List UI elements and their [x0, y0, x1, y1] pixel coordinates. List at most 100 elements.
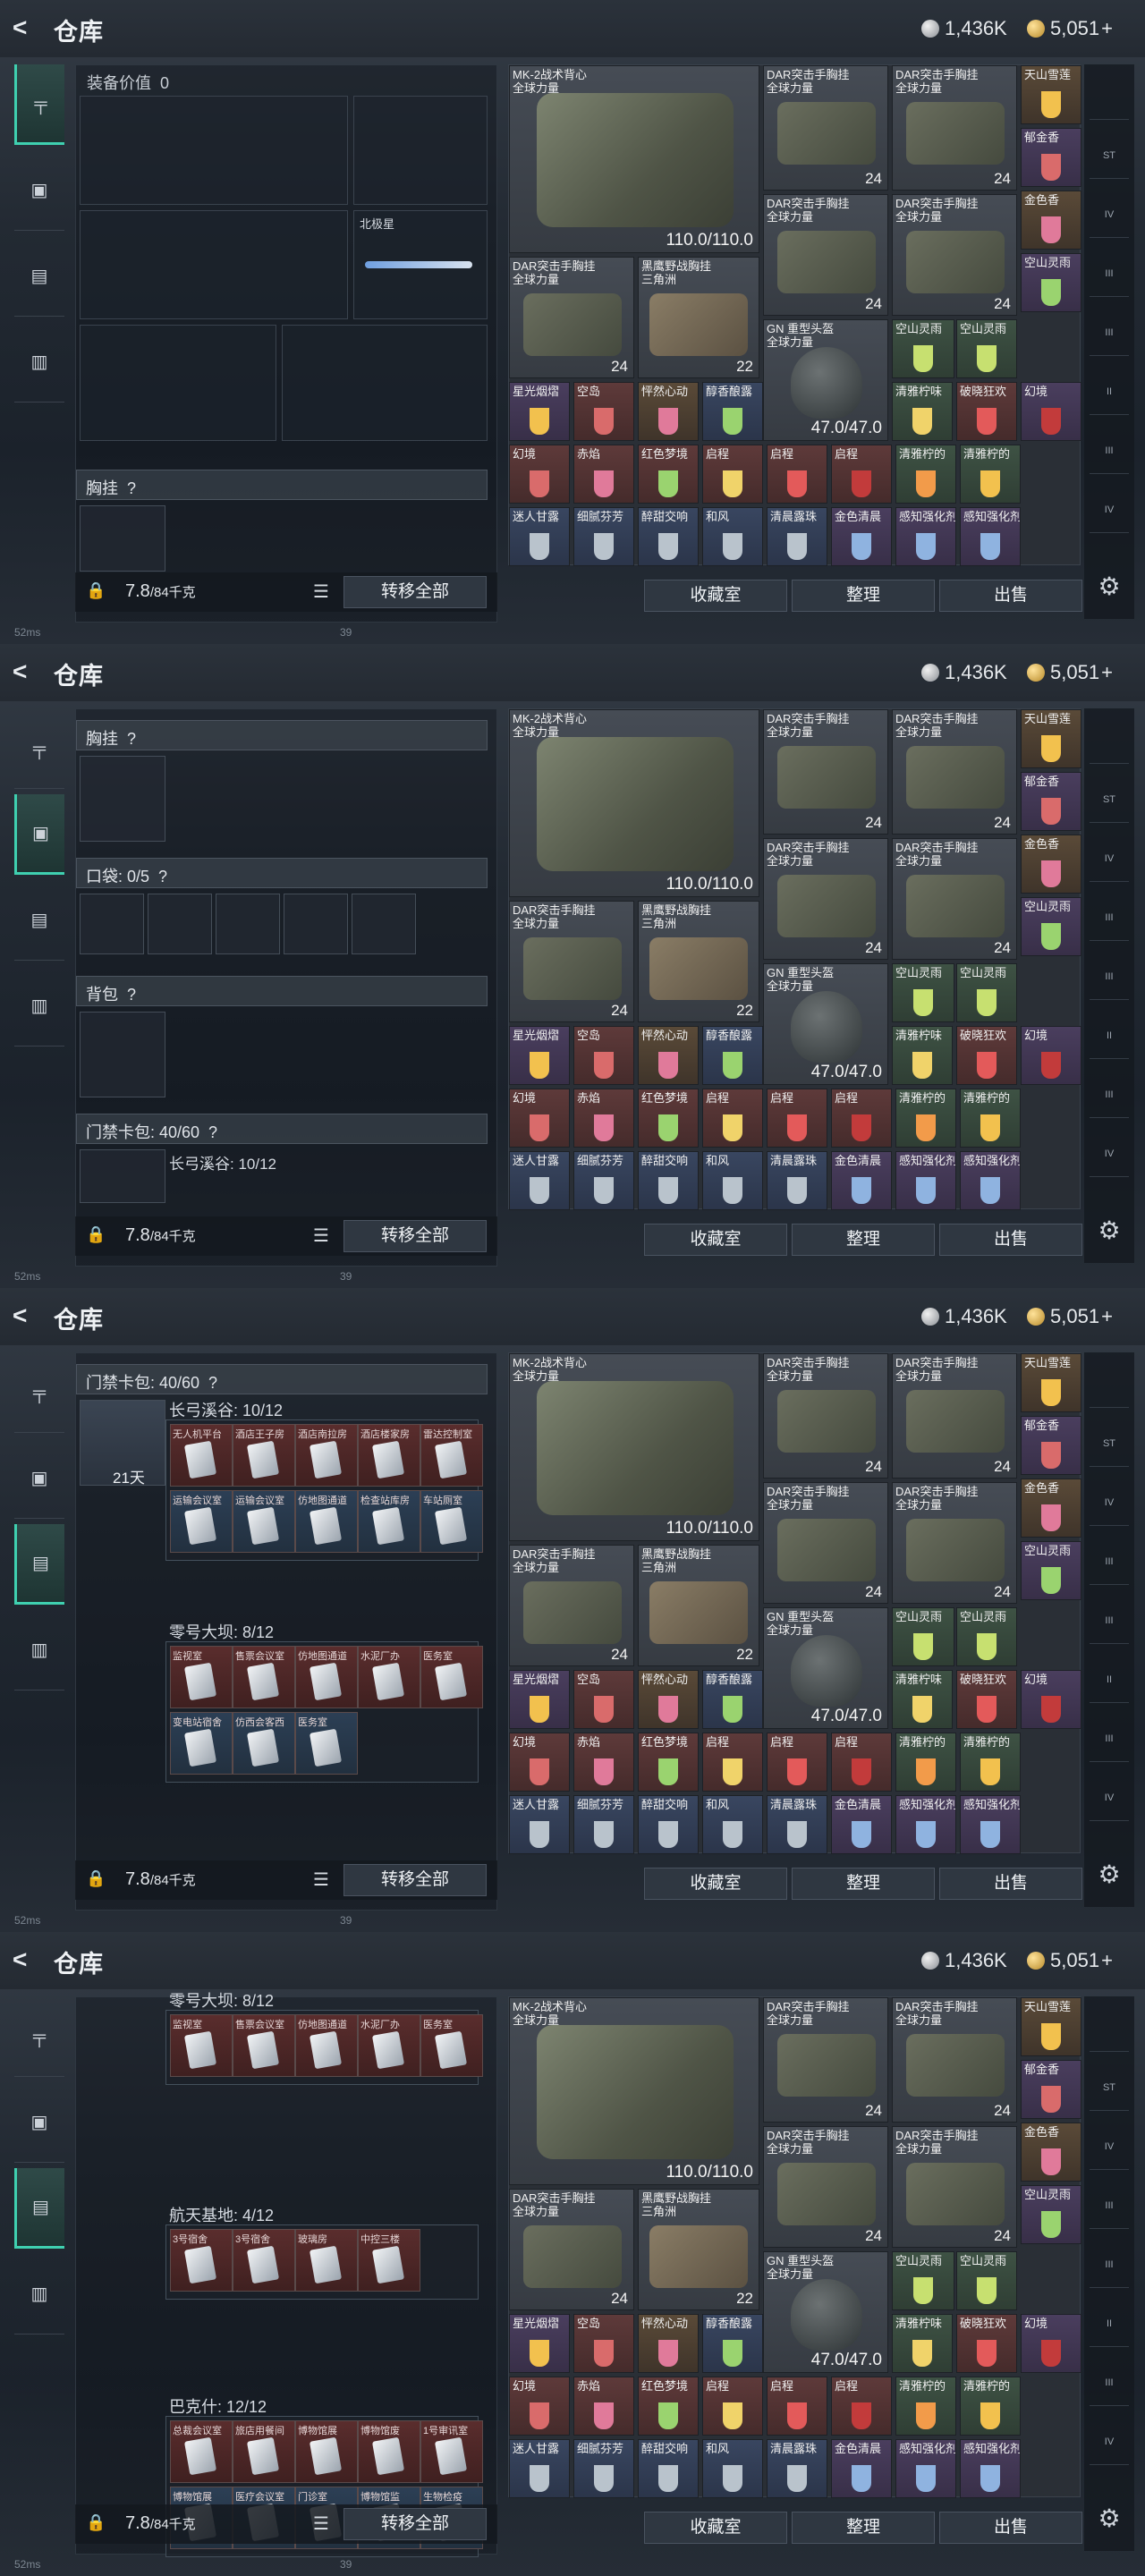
stash-item[interactable]: 迷人甘露 — [509, 1151, 570, 1210]
stash-item-drink[interactable]: 天山雪莲 — [1021, 1997, 1081, 2056]
keycard[interactable]: 仿地图通道 — [295, 1490, 358, 1553]
stash-item-drink[interactable]: 清雅柠的 — [895, 1089, 956, 1148]
stash-item-drink[interactable]: 破晓狂欢 — [956, 382, 1017, 441]
stash-item[interactable]: 和风 — [702, 1795, 763, 1854]
stash-item-drink[interactable]: 启程 — [831, 445, 892, 504]
stash-item-drink[interactable]: 启程 — [702, 445, 763, 504]
stash-item-drink[interactable]: 清雅柠的 — [960, 2377, 1021, 2436]
gear-icon[interactable]: ⚙ — [1095, 2504, 1124, 2533]
secondary-weapon-slot[interactable] — [80, 210, 348, 319]
stash-item[interactable]: 和风 — [702, 507, 763, 566]
stash-item[interactable]: 醉甜交响 — [638, 507, 699, 566]
stash-item-drink[interactable]: 启程 — [767, 445, 827, 504]
stash-tab[interactable]: III — [1090, 953, 1129, 1000]
stash-item-drink[interactable]: 启程 — [831, 2377, 892, 2436]
tab-armor[interactable]: ▣ — [14, 794, 64, 875]
list-icon[interactable]: ☰ — [310, 1225, 333, 1247]
stash-item-drink[interactable]: 清雅柠味 — [892, 1026, 953, 1085]
armor-slot[interactable] — [282, 325, 488, 441]
stash-item-drink[interactable]: 星光烟熠 — [509, 1026, 570, 1085]
stash-item-drink[interactable]: 清雅柠的 — [960, 445, 1021, 504]
tab-keycards[interactable]: ▤ — [14, 880, 64, 961]
stash-item-drink[interactable]: 清雅柠味 — [892, 2314, 953, 2373]
pocket-slot[interactable] — [148, 894, 212, 954]
lock-icon[interactable]: 🔒 — [86, 1869, 106, 1889]
gold-currency[interactable]: 5,051 + — [1027, 16, 1113, 41]
stash-tab[interactable]: III — [1090, 1716, 1129, 1762]
back-arrow-icon[interactable]: < — [13, 1302, 39, 1329]
stash-item-drink[interactable]: 幻境 — [1021, 1670, 1081, 1729]
helmet-slot[interactable] — [80, 325, 276, 441]
stash-tab[interactable]: ST — [1090, 776, 1129, 823]
stash-item-drink[interactable]: 红色梦境 — [638, 2377, 699, 2436]
stash-item-drink[interactable]: 空山灵雨 — [1021, 897, 1081, 956]
stash-item-drink[interactable]: 破晓狂欢 — [956, 2314, 1017, 2373]
keycard[interactable]: 博物馆展 — [295, 2420, 358, 2483]
stash-item-helmet[interactable]: GN 重型头盔 全球力量 47.0/47.0 — [763, 2251, 888, 2373]
tab-cases[interactable]: ▥ — [14, 2254, 64, 2334]
stash-item[interactable]: 醉甜交响 — [638, 1151, 699, 1210]
transfer-all-button[interactable]: 转移全部 — [344, 1220, 487, 1252]
stash-item-drink[interactable]: 空山灵雨 — [892, 1607, 954, 1666]
stash-tab[interactable] — [1090, 717, 1129, 764]
lock-icon[interactable]: 🔒 — [86, 581, 106, 601]
stash-item-drink[interactable]: 清雅柠的 — [895, 1733, 956, 1792]
stash-item-drink[interactable]: 清雅柠的 — [895, 2377, 956, 2436]
collection-button[interactable]: 收藏室 — [644, 1224, 787, 1256]
keycard[interactable]: 仿地图通道 — [295, 2014, 358, 2077]
stash-item-rig[interactable]: DAR突击手胸挂 全球力量 24 — [892, 65, 1017, 191]
stash-item-drink[interactable]: 幻境 — [509, 1733, 570, 1792]
stash-tab[interactable]: IV — [1090, 1775, 1129, 1821]
stash-item[interactable]: 清晨露珠 — [767, 2439, 827, 2498]
stash-item-drink[interactable]: 启程 — [831, 1733, 892, 1792]
stash-item-rig[interactable]: DAR突击手胸挂 全球力量 24 — [763, 1482, 888, 1604]
stash-item-drink[interactable]: 空山灵雨 — [892, 2251, 954, 2310]
stash-item-drink[interactable]: 空山灵雨 — [1021, 253, 1081, 312]
stash-item-drink[interactable]: 怦然心动 — [638, 1670, 699, 1729]
lock-icon[interactable]: 🔒 — [86, 2513, 106, 2533]
stash-item-drink[interactable]: 空岛 — [573, 1670, 634, 1729]
stash-item[interactable]: 金色清晨 — [831, 507, 892, 566]
stash-item-drink[interactable]: 启程 — [767, 2377, 827, 2436]
keycard[interactable]: 3号宿舍 — [233, 2229, 295, 2292]
tab-weapons[interactable]: ╤ — [14, 1352, 64, 1433]
keycard[interactable]: 仿地图通道 — [295, 1646, 358, 1708]
stash-item-drink[interactable]: 空岛 — [573, 1026, 634, 1085]
stash-tab[interactable]: II — [1090, 1657, 1129, 1703]
stash-item-drink[interactable]: 郁金香 — [1021, 772, 1081, 831]
keycard[interactable]: 博物馆废 — [358, 2420, 420, 2483]
stash-item-drink[interactable]: 幻境 — [509, 1089, 570, 1148]
stash-item-drink[interactable]: 清雅柠的 — [960, 1089, 1021, 1148]
stash-item-drink[interactable]: 怦然心动 — [638, 2314, 699, 2373]
stash-item-rig2[interactable]: 黑鹰野战胸挂 三角洲 22 — [638, 257, 759, 378]
stash-tab[interactable]: IV — [1090, 835, 1129, 882]
stash-item-drink[interactable]: 清雅柠味 — [892, 382, 953, 441]
sell-button[interactable]: 出售 — [939, 580, 1082, 612]
pocket-slot[interactable] — [216, 894, 280, 954]
stash-item-rig[interactable]: DAR突击手胸挂 全球力量 24 — [509, 257, 634, 378]
sidearm-slot[interactable] — [353, 96, 488, 205]
help-icon[interactable]: ? — [127, 730, 136, 748]
stash-tab[interactable]: IV — [1090, 191, 1129, 238]
tab-weapons[interactable]: ╤ — [14, 708, 64, 789]
stash-item-helmet[interactable]: GN 重型头盔 全球力量 47.0/47.0 — [763, 963, 888, 1085]
tab-armor[interactable]: ▣ — [14, 2082, 64, 2163]
stash-item[interactable]: 感知强化剂 — [895, 507, 956, 566]
back-arrow-icon[interactable]: < — [13, 658, 39, 685]
stash-item-drink[interactable]: 金色香 — [1021, 1479, 1081, 1538]
sell-button[interactable]: 出售 — [939, 2512, 1082, 2544]
stash-tab[interactable]: IV — [1090, 487, 1129, 533]
stash-item-rig[interactable]: DAR突击手胸挂 全球力量 24 — [892, 838, 1017, 960]
backpack-slot[interactable] — [80, 1012, 165, 1097]
stash-tab[interactable]: III — [1090, 894, 1129, 941]
stash-item-drink[interactable]: 启程 — [767, 1089, 827, 1148]
keycard[interactable]: 检查站库房 — [358, 1490, 420, 1553]
stash-item-vest[interactable]: MK-2战术背心 全球力量 110.0/110.0 — [509, 709, 759, 897]
keycard[interactable]: 车站厕室 — [420, 1490, 483, 1553]
stash-item-drink[interactable]: 启程 — [702, 1089, 763, 1148]
keycard[interactable]: 无人机平台 — [170, 1424, 233, 1487]
stash-item-drink[interactable]: 红色梦境 — [638, 1089, 699, 1148]
keycard[interactable]: 1号审讯室 — [420, 2420, 483, 2483]
stash-item-drink[interactable]: 星光烟熠 — [509, 382, 570, 441]
stash-item-rig2[interactable]: 黑鹰野战胸挂 三角洲 22 — [638, 1545, 759, 1666]
